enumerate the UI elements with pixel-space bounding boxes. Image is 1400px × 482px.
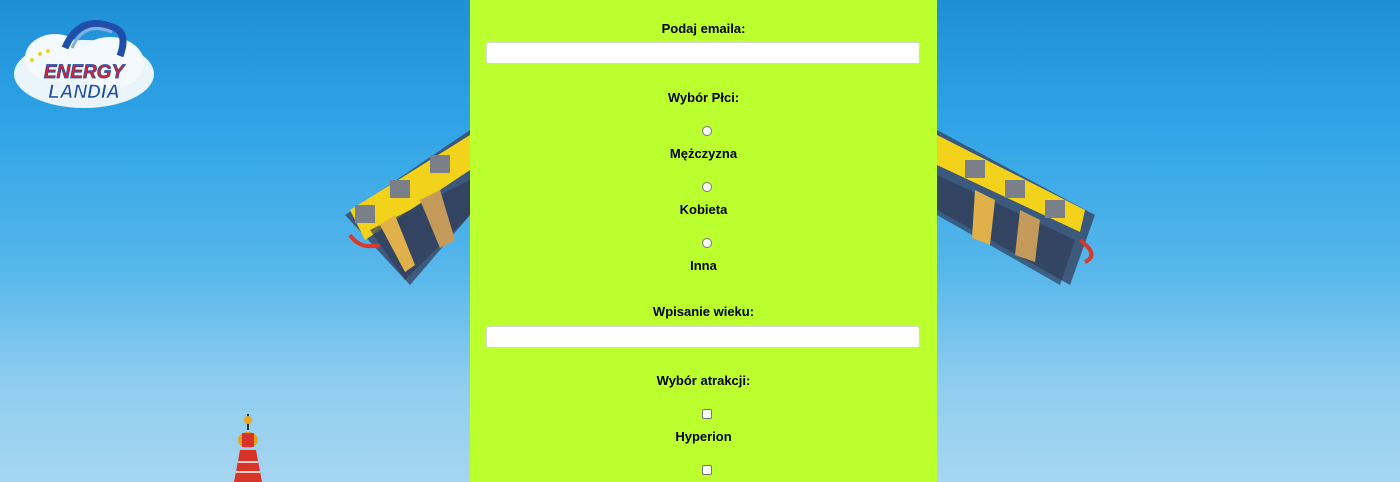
ride-gondola-right — [937, 130, 1095, 285]
energylandia-logo: ENERGY LANDIA — [14, 20, 154, 108]
gender-option-other-label: Inna — [690, 258, 717, 273]
email-label: Podaj emaila: — [661, 21, 746, 36]
gender-radio-male[interactable] — [702, 126, 712, 136]
attraction-checkbox-2[interactable] — [702, 465, 712, 475]
attraction-option-hyperion-label: Hyperion — [675, 429, 732, 444]
logo-text-landia: LANDIA — [48, 82, 120, 103]
gender-radio-other[interactable] — [702, 238, 712, 248]
logo-text-energy: ENERGY — [44, 62, 127, 83]
ride-gondola-left — [345, 130, 470, 285]
gender-radio-female[interactable] — [702, 182, 712, 192]
registration-form: Podaj emaila: Wybór Płci: Mężczyzna Kobi… — [470, 0, 937, 482]
ride-tower — [234, 414, 262, 482]
gender-option-male-label: Mężczyzna — [669, 146, 738, 161]
gender-label: Wybór Płci: — [667, 90, 740, 105]
age-label: Wpisanie wieku: — [652, 304, 755, 319]
gender-option-female-label: Kobieta — [679, 202, 728, 217]
attraction-checkbox-hyperion[interactable] — [702, 409, 712, 419]
email-field[interactable] — [486, 42, 920, 64]
attractions-label: Wybór atrakcji: — [656, 373, 751, 388]
age-field[interactable] — [486, 326, 920, 348]
